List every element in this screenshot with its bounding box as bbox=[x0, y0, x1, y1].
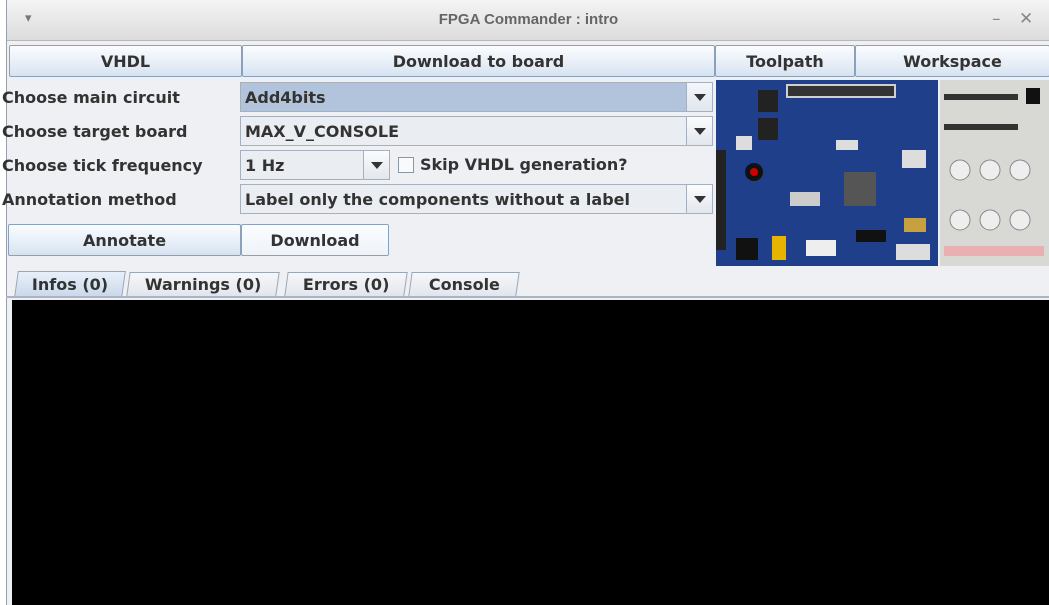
target-board-value: MAX_V_CONSOLE bbox=[245, 122, 400, 141]
chevron-down-icon[interactable] bbox=[363, 151, 389, 179]
skip-vhdl-label: Skip VHDL generation? bbox=[420, 155, 628, 174]
tick-frequency-label: Choose tick frequency bbox=[2, 156, 203, 175]
skip-vhdl-checkbox[interactable] bbox=[398, 157, 414, 173]
chevron-down-icon[interactable] bbox=[686, 117, 712, 145]
window-title: FPGA Commander : intro bbox=[438, 11, 619, 28]
board-image bbox=[716, 80, 938, 266]
annotation-method-label: Annotation method bbox=[2, 190, 177, 209]
target-board-select[interactable]: MAX_V_CONSOLE bbox=[240, 116, 713, 146]
tab-warnings[interactable]: Warnings (0) bbox=[126, 272, 280, 296]
tick-frequency-value: 1 Hz bbox=[245, 156, 285, 175]
tab-divider bbox=[6, 296, 1049, 298]
annotation-method-select[interactable]: Label only the components without a labe… bbox=[240, 184, 713, 214]
toolpath-button[interactable]: Toolpath bbox=[715, 45, 855, 77]
board-panel-image bbox=[940, 80, 1049, 266]
close-icon[interactable]: ✕ bbox=[1019, 9, 1033, 29]
download-to-board-button[interactable]: Download to board bbox=[242, 45, 715, 77]
workspace-button[interactable]: Workspace bbox=[855, 45, 1049, 77]
annotation-method-value: Label only the components without a labe… bbox=[245, 190, 630, 209]
chevron-down-icon[interactable] bbox=[686, 83, 712, 111]
download-button[interactable]: Download bbox=[241, 224, 389, 256]
main-circuit-value: Add4bits bbox=[245, 88, 326, 107]
tick-frequency-select[interactable]: 1 Hz bbox=[240, 150, 390, 180]
chevron-down-icon[interactable] bbox=[686, 185, 712, 213]
title-bar: ▾ FPGA Commander : intro – ✕ bbox=[7, 0, 1049, 41]
fpga-board-illustration bbox=[716, 80, 938, 266]
tab-errors[interactable]: Errors (0) bbox=[284, 272, 408, 296]
target-board-label: Choose target board bbox=[2, 122, 188, 141]
main-circuit-label: Choose main circuit bbox=[2, 88, 180, 107]
vhdl-button[interactable]: VHDL bbox=[9, 45, 242, 77]
board-panel-illustration bbox=[940, 80, 1049, 266]
tab-infos[interactable]: Infos (0) bbox=[14, 271, 126, 297]
tab-console[interactable]: Console bbox=[408, 272, 520, 296]
console-output[interactable] bbox=[12, 300, 1049, 605]
main-circuit-select[interactable]: Add4bits bbox=[240, 82, 713, 112]
annotate-button[interactable]: Annotate bbox=[8, 224, 241, 256]
minimize-icon[interactable]: – bbox=[992, 9, 1001, 29]
